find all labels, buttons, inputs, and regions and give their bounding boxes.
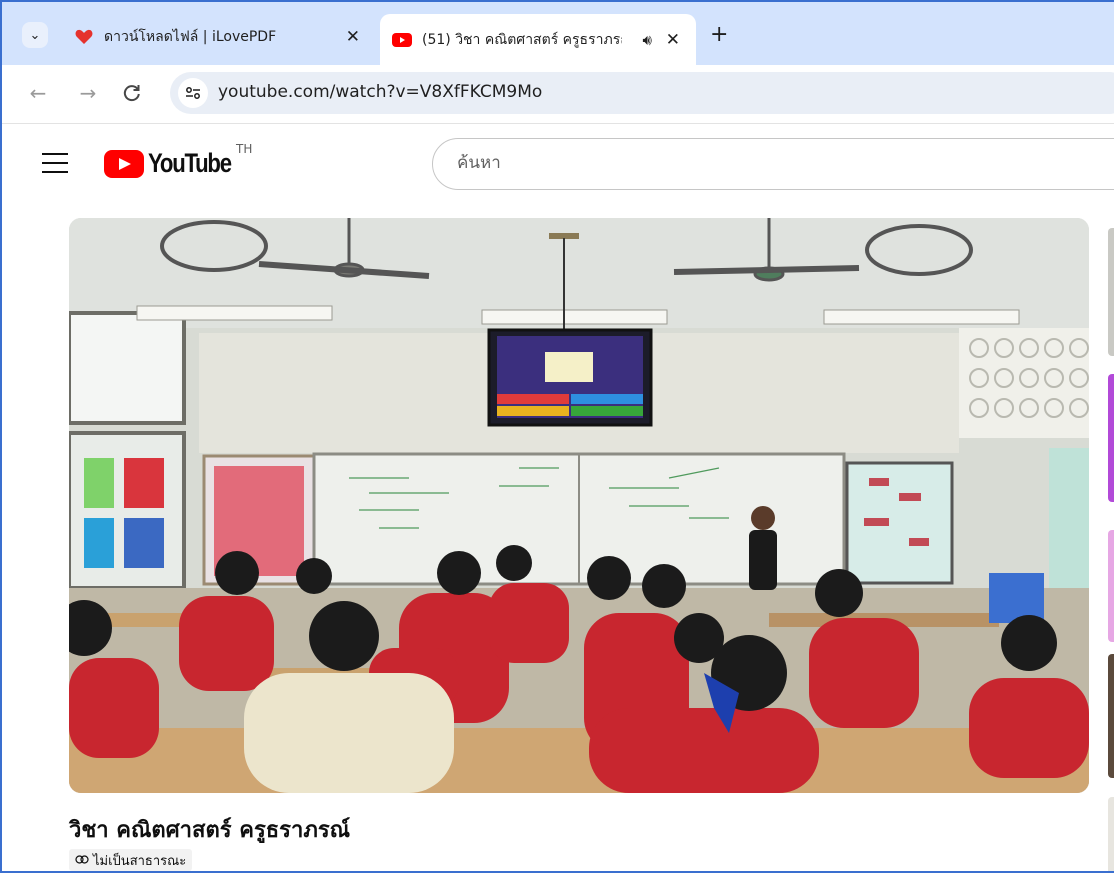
related-thumb[interactable] bbox=[1108, 530, 1114, 642]
new-tab-button[interactable]: + bbox=[710, 22, 728, 48]
tab-title: (51) วิชา คณิตศาสตร์ ครูธราภรณ์ bbox=[422, 31, 622, 48]
tab-search-button[interactable]: ⌄ bbox=[22, 22, 48, 48]
url-text: youtube.com/watch?v=V8XfFKCM9Mo bbox=[218, 82, 543, 102]
youtube-wordmark: YouTube bbox=[148, 148, 232, 178]
video-player[interactable] bbox=[69, 218, 1089, 793]
reload-icon[interactable] bbox=[118, 79, 146, 107]
tab-strip: ⌄ ดาวน์โหลดไฟล์ | iLovePDF ✕ (51) วิชา ค… bbox=[2, 2, 1114, 65]
privacy-label: ไม่เป็นสาธารณะ bbox=[93, 853, 187, 869]
related-thumb[interactable] bbox=[1108, 654, 1114, 778]
youtube-logo[interactable]: YouTube bbox=[104, 148, 249, 179]
tab-title: ดาวน์โหลดไฟล์ | iLovePDF bbox=[104, 29, 277, 45]
speaker-icon[interactable]: 🔊︎ bbox=[643, 31, 652, 49]
chevron-down-icon: ⌄ bbox=[29, 27, 41, 43]
youtube-icon bbox=[392, 30, 412, 50]
search-box[interactable] bbox=[432, 138, 1114, 190]
region-code: TH bbox=[236, 142, 253, 156]
link-icon bbox=[75, 853, 89, 867]
video-title: วิชา คณิตศาสตร์ ครูธราภรณ์ bbox=[69, 818, 351, 843]
close-tab-icon[interactable]: ✕ bbox=[346, 27, 360, 47]
forward-arrow-icon[interactable]: → bbox=[74, 79, 102, 107]
related-thumb[interactable] bbox=[1108, 374, 1114, 502]
video-frame-image bbox=[69, 218, 1089, 793]
browser-toolbar: ← → youtube.com/watch?v=V8XfFKCM9Mo bbox=[2, 65, 1114, 124]
heart-icon bbox=[74, 27, 94, 47]
search-input[interactable] bbox=[455, 152, 1059, 174]
browser-window: ⌄ ดาวน์โหลดไฟล์ | iLovePDF ✕ (51) วิชา ค… bbox=[0, 0, 1114, 873]
back-arrow-icon[interactable]: ← bbox=[24, 79, 52, 107]
related-thumb[interactable] bbox=[1108, 797, 1114, 871]
tab-youtube[interactable]: (51) วิชา คณิตศาสตร์ ครูธราภรณ์ 🔊︎ ✕ bbox=[380, 14, 696, 65]
youtube-masthead: YouTube TH bbox=[2, 124, 1114, 208]
tab-ilovepdf[interactable]: ดาวน์โหลดไฟล์ | iLovePDF ✕ bbox=[62, 15, 372, 59]
address-bar[interactable]: youtube.com/watch?v=V8XfFKCM9Mo bbox=[170, 72, 1114, 114]
site-settings-icon[interactable] bbox=[178, 78, 208, 108]
related-thumb[interactable] bbox=[1108, 228, 1114, 356]
privacy-badge: ไม่เป็นสาธารณะ bbox=[69, 849, 193, 871]
youtube-play-icon bbox=[104, 149, 144, 178]
close-tab-icon[interactable]: ✕ bbox=[666, 30, 680, 50]
menu-icon[interactable] bbox=[42, 153, 68, 173]
